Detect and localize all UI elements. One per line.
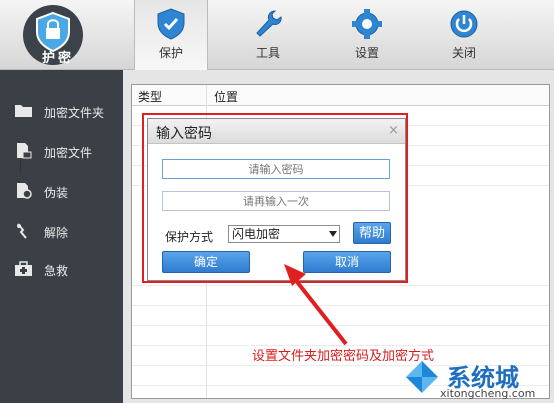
text-caret bbox=[20, 160, 21, 173]
tab-label: 保护 bbox=[158, 46, 183, 60]
tab-protect[interactable]: 保护 bbox=[134, 0, 208, 70]
annotation-highlight-box bbox=[142, 113, 408, 283]
tab-settings[interactable]: 设置 bbox=[331, 0, 403, 69]
file-lock-icon bbox=[17, 143, 32, 159]
first-aid-icon bbox=[15, 261, 32, 276]
sidebar-item-label: 加密文件 bbox=[44, 146, 93, 160]
tab-label: 工具 bbox=[255, 46, 280, 60]
tab-tools[interactable]: 工具 bbox=[232, 0, 304, 69]
annotation-arrow-icon bbox=[284, 264, 348, 346]
sidebar-item-label: 伪装 bbox=[44, 186, 69, 200]
sidebar-item-release[interactable]: 解除 bbox=[14, 220, 122, 244]
sidebar-item-label: 解除 bbox=[44, 226, 69, 240]
app-logo-text: 护密 bbox=[41, 51, 74, 66]
unlock-icon bbox=[17, 223, 27, 239]
sidebar-item-first-aid[interactable]: 急救 bbox=[14, 258, 122, 282]
gear-icon bbox=[352, 9, 382, 39]
tab-close[interactable]: 关闭 bbox=[428, 0, 500, 69]
watermark-logo-icon bbox=[402, 357, 442, 397]
list-header bbox=[132, 85, 549, 106]
disguise-icon bbox=[17, 183, 32, 199]
watermark-url: xitongcheng.com bbox=[440, 387, 536, 400]
tab-label: 关闭 bbox=[451, 46, 476, 60]
tab-label: 设置 bbox=[354, 46, 379, 60]
sidebar-item-label: 急救 bbox=[44, 264, 69, 278]
sidebar-item-disguise[interactable]: 伪装 bbox=[14, 180, 122, 204]
sidebar-item-encrypt-file[interactable]: 加密文件 bbox=[14, 140, 122, 164]
folder-icon bbox=[15, 105, 32, 117]
column-location[interactable]: 位置 bbox=[214, 88, 238, 105]
shield-icon bbox=[157, 8, 185, 40]
power-icon bbox=[450, 10, 478, 38]
column-type[interactable]: 类型 bbox=[138, 88, 162, 105]
sidebar-item-label: 加密文件夹 bbox=[44, 106, 105, 120]
wrench-icon bbox=[256, 10, 282, 37]
sidebar-item-encrypt-folder[interactable]: 加密文件夹 bbox=[14, 100, 122, 124]
